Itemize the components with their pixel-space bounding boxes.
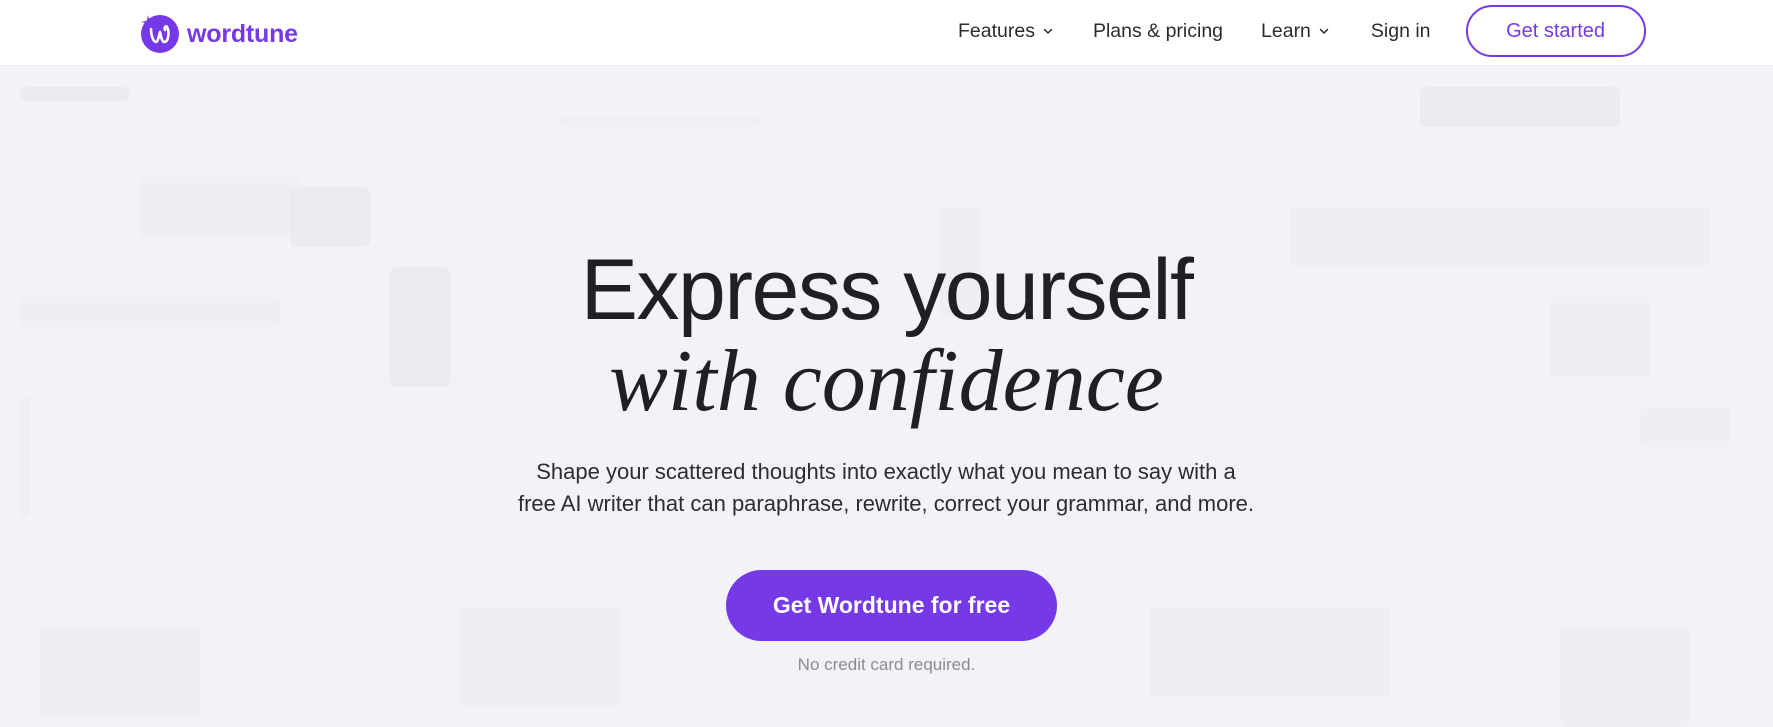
background-decoration: [290, 187, 370, 247]
wordtune-logo[interactable]: wordtune: [141, 9, 298, 55]
wordtune-logo-icon: [141, 15, 179, 53]
get-started-button[interactable]: Get started: [1465, 5, 1646, 57]
nav-learn-label: Learn: [1261, 19, 1311, 42]
brand-name: wordtune: [187, 19, 298, 48]
background-decoration: [140, 177, 300, 237]
background-decoration: [1150, 607, 1390, 697]
background-decoration: [560, 117, 760, 127]
no-credit-card-note: No credit card required.: [797, 655, 976, 674]
background-decoration: [1420, 87, 1620, 127]
chevron-down-icon: [1319, 28, 1329, 34]
chevron-down-icon: [1043, 28, 1053, 34]
top-navigation: wordtune Features Plans & pricing Learn …: [0, 0, 1773, 66]
hero-headline-italic: with confidence: [609, 333, 1164, 430]
hero-subtitle: Shape your scattered thoughts into exact…: [486, 456, 1286, 520]
background-decoration: [1560, 627, 1690, 727]
nav-learn[interactable]: Learn: [1261, 20, 1331, 43]
nav-features-label: Features: [958, 19, 1035, 42]
nav-plans-pricing[interactable]: Plans & pricing: [1093, 20, 1223, 43]
nav-features[interactable]: Features: [958, 20, 1055, 43]
hero-subtitle-line: Shape your scattered thoughts into exact…: [536, 459, 1236, 484]
hero-subtitle-line: free AI writer that can paraphrase, rewr…: [517, 491, 1255, 516]
sign-in-label: Sign in: [1370, 19, 1431, 42]
get-wordtune-free-button[interactable]: Get Wordtune for free: [726, 570, 1057, 641]
nav-plans-pricing-label: Plans & pricing: [1092, 19, 1224, 42]
background-decoration: [20, 87, 130, 101]
sparkle-icon: [141, 15, 155, 29]
nav-links: Features Plans & pricing Learn Sign in G…: [958, 0, 1646, 62]
sign-in-link[interactable]: Sign in: [1371, 20, 1431, 43]
hero-headline: Express yourself: [580, 242, 1194, 338]
